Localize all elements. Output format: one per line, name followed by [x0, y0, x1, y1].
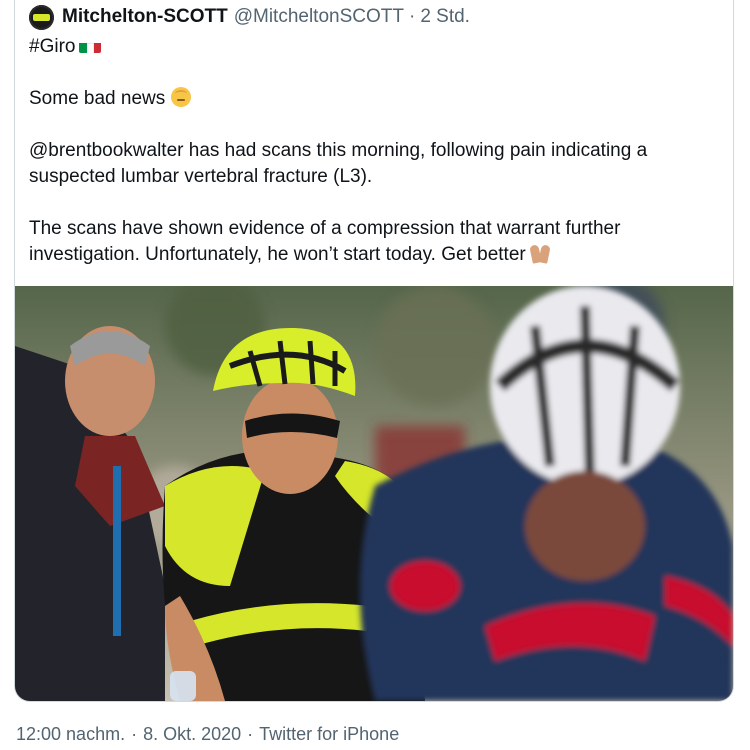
tweet-time[interactable]: 12:00 nachm. [16, 724, 125, 745]
tweet-source[interactable]: Twitter for iPhone [259, 724, 399, 745]
footer-separator-1: · [131, 724, 138, 744]
hashtag-line: #Giro [29, 34, 719, 60]
author-avatar[interactable] [29, 4, 54, 30]
tweet-relative-time[interactable]: 2 Std. [420, 6, 470, 28]
tweet-card[interactable]: Mitchelton-SCOTT @MitcheltonSCOTT · 2 St… [14, 0, 734, 702]
scans-paragraph: @brentbookwalter has had scans this morn… [29, 140, 648, 187]
bad-news-text: Some bad news [29, 88, 166, 109]
author-name[interactable]: Mitchelton-SCOTT [62, 6, 228, 28]
tweet-text: #Giro Some bad news @brentbookwalter has… [29, 34, 719, 268]
cyclist-photo-illustration [15, 286, 733, 701]
giro-hashtag-link[interactable]: #Giro [29, 36, 75, 57]
footer-separator-2: · [247, 724, 254, 744]
header-separator: · [408, 6, 416, 27]
italy-flag-icon [79, 39, 102, 53]
folded-hands-emoji-icon [530, 243, 550, 263]
result-paragraph: The scans have shown evidence of a compr… [29, 216, 719, 268]
relieved-face-emoji-icon [171, 87, 192, 107]
tweet-header: Mitchelton-SCOTT @MitcheltonSCOTT · 2 St… [29, 4, 470, 30]
tweet-photo[interactable] [15, 286, 733, 701]
tweet-date[interactable]: 8. Okt. 2020 [143, 724, 241, 745]
bad-news-line: Some bad news [29, 86, 719, 112]
author-handle[interactable]: @MitcheltonSCOTT [234, 6, 404, 28]
tweet-footer: 12:00 nachm. · 8. Okt. 2020 · Twitter fo… [16, 724, 399, 745]
